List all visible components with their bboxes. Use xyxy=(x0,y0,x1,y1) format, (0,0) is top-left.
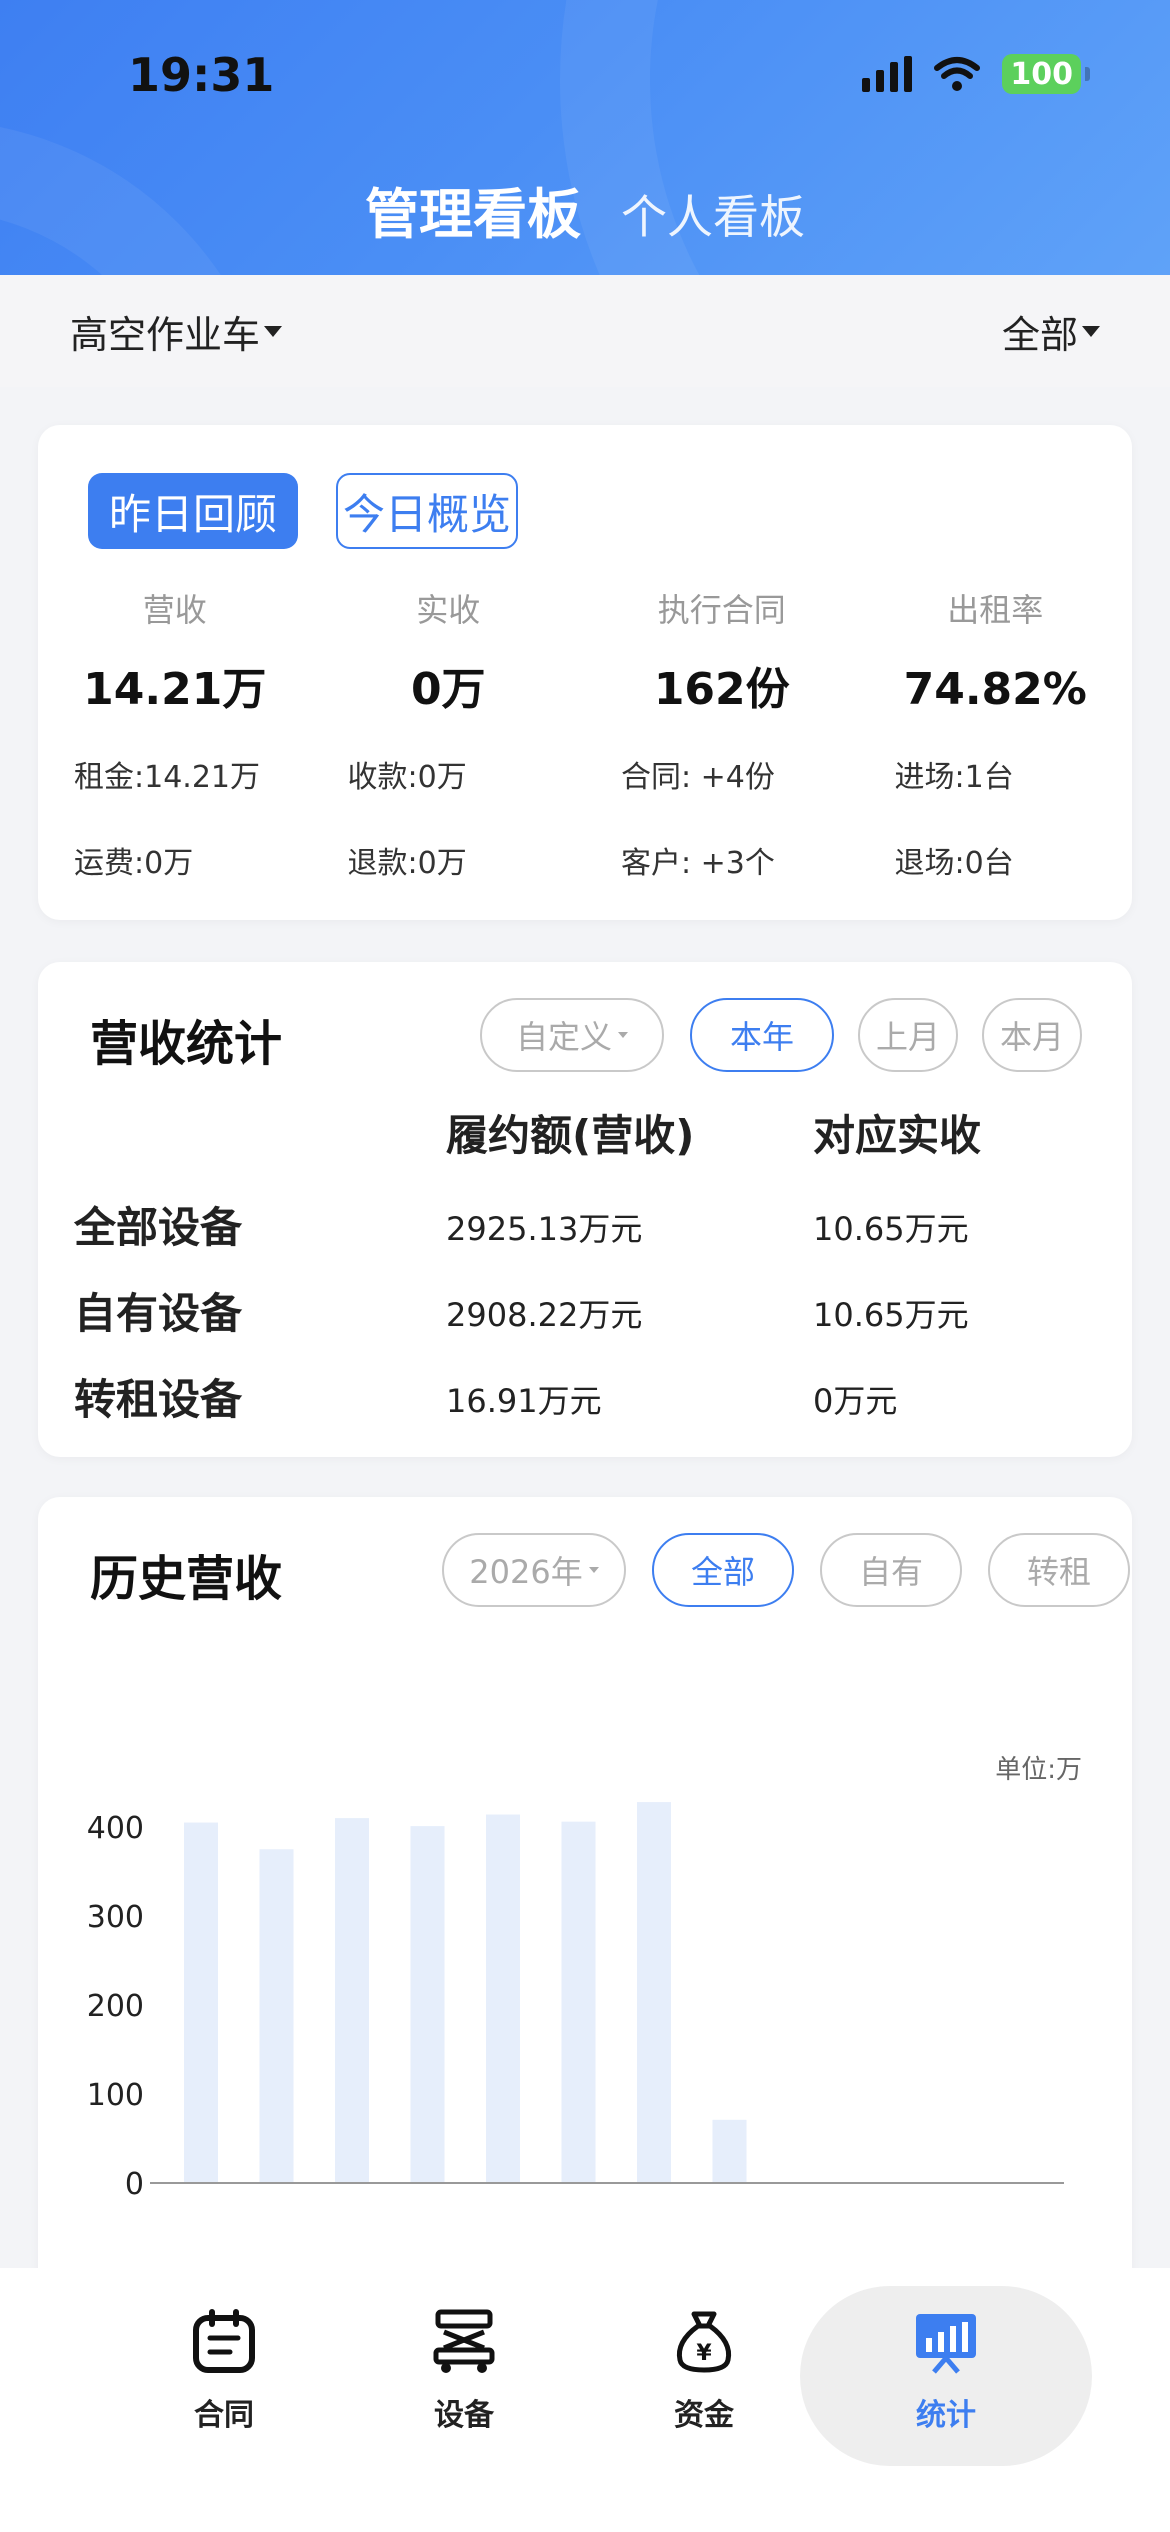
kpi-label: 执行合同 xyxy=(657,591,786,629)
row-name: 转租设备 xyxy=(74,1375,243,1424)
kpi-contracts: 执行合同 162份 合同: +4份 客户: +3个 xyxy=(585,585,859,907)
y-tick-label: 100 xyxy=(87,2078,144,2113)
y-tick-label: 300 xyxy=(87,1900,144,1935)
caret-down-icon xyxy=(1082,325,1100,337)
chart-bar[interactable] xyxy=(259,1849,294,2183)
nav-label: 合同 xyxy=(194,2398,254,2433)
header-tabs: 管理看板 个人看板 xyxy=(0,170,1170,249)
year-dropdown-label: 2026年 xyxy=(469,1553,583,1591)
filter-row: 高空作业车 全部 xyxy=(0,275,1170,387)
row-fulfilled: 16.91万元 xyxy=(446,1382,602,1420)
filter-owned[interactable]: 自有 xyxy=(820,1533,962,1607)
tab-personal-board[interactable]: 个人看板 xyxy=(621,181,805,247)
nav-label: 资金 xyxy=(674,2398,734,2433)
kpi-value: 74.82% xyxy=(903,664,1087,715)
nav-contract[interactable]: 合同 xyxy=(104,2308,344,2434)
chart-bar[interactable] xyxy=(486,1814,520,2183)
kpi-sub: 退款:0万 xyxy=(347,846,467,881)
caret-down-icon xyxy=(588,1567,599,1573)
kpi-value: 0万 xyxy=(410,664,486,715)
table-row: 自有设备 2908.22万元 10.65万元 xyxy=(38,1268,1132,1348)
nav-stats[interactable]: 统计 xyxy=(826,2308,1066,2434)
row-name: 自有设备 xyxy=(74,1289,243,1338)
chart-bar[interactable] xyxy=(335,1818,369,2183)
tab-management-board[interactable]: 管理看板 xyxy=(365,170,581,249)
equipment-icon xyxy=(433,2309,495,2373)
nav-label: 设备 xyxy=(434,2398,494,2433)
y-tick-label: 400 xyxy=(87,1811,144,1846)
stats-icon xyxy=(916,2314,976,2374)
row-received: 10.65万元 xyxy=(813,1210,969,1248)
row-received: 0万元 xyxy=(813,1382,898,1420)
kpi-sub: 租金:14.21万 xyxy=(74,760,260,795)
row-name: 全部设备 xyxy=(74,1203,243,1252)
kpi-sub: 收款:0万 xyxy=(347,760,467,795)
filter-custom-label: 自定义 xyxy=(515,1018,612,1056)
kpi-label: 出租率 xyxy=(947,591,1044,629)
chart-bar[interactable] xyxy=(712,2119,747,2183)
chart-bar[interactable] xyxy=(637,1802,671,2183)
battery-indicator: 100 xyxy=(1002,54,1081,94)
kpi-label: 营收 xyxy=(142,591,207,629)
history-revenue-title: 历史营收 xyxy=(90,1551,283,1607)
filter-this-year[interactable]: 本年 xyxy=(690,998,834,1072)
kpi-grid: 营收 14.21万 租金:14.21万 运费:0万 实收 0万 收款:0万 退款… xyxy=(38,585,1132,907)
row-fulfilled: 2925.13万元 xyxy=(446,1210,643,1248)
year-dropdown[interactable]: 2026年 xyxy=(442,1533,626,1607)
filter-sublease[interactable]: 转租 xyxy=(988,1533,1130,1607)
y-tick-label: 200 xyxy=(87,1989,144,2024)
scope-dropdown-label: 全部 xyxy=(1001,312,1078,357)
bottom-nav: 合同 设备 ¥ 资金 统计 xyxy=(0,2268,1170,2532)
caret-down-icon xyxy=(264,325,283,337)
revenue-stats-card: 营收统计 自定义 本年 上月 本月 履约额(营收) 对应实收 全部设备 2925… xyxy=(38,962,1132,1457)
kpi-sub: 合同: +4份 xyxy=(621,760,775,795)
kpi-sub: 退场:0台 xyxy=(894,846,1014,881)
kpi-received: 实收 0万 收款:0万 退款:0万 xyxy=(312,585,586,907)
contract-icon xyxy=(193,2309,255,2373)
chart-bar[interactable] xyxy=(561,1821,596,2183)
money-bag-icon: ¥ xyxy=(676,2311,732,2373)
wifi-icon xyxy=(934,57,981,91)
tab-yesterday-review[interactable]: 昨日回顾 xyxy=(88,473,298,549)
column-header-fulfilled: 履约额(营收) xyxy=(446,1111,695,1160)
chart-bar[interactable] xyxy=(410,1826,445,2183)
row-received: 10.65万元 xyxy=(813,1296,969,1334)
nav-funds[interactable]: ¥ 资金 xyxy=(584,2308,824,2434)
nav-equipment[interactable]: 设备 xyxy=(344,2308,584,2434)
status-time: 19:31 xyxy=(128,48,275,102)
status-icons: 100 xyxy=(862,54,1090,94)
caret-down-icon xyxy=(618,1032,628,1038)
svg-text:¥: ¥ xyxy=(696,2341,712,2366)
table-row: 全部设备 2925.13万元 10.65万元 xyxy=(38,1182,1132,1262)
nav-label: 统计 xyxy=(916,2398,976,2433)
app-screen: 19:31 100 管理看板 个人看板 高空作业车 全部 昨日回顾 今日概览 营… xyxy=(0,0,1170,2532)
signal-icon xyxy=(862,56,913,92)
filter-custom-dropdown[interactable]: 自定义 xyxy=(480,998,664,1072)
kpi-value: 14.21万 xyxy=(83,664,267,715)
history-revenue-chart: 0 100 200 300 400 xyxy=(87,1802,1064,2202)
kpi-sub: 进场:1台 xyxy=(894,760,1014,795)
table-row: 转租设备 16.91万元 0万元 xyxy=(38,1354,1132,1434)
column-header-received: 对应实收 xyxy=(813,1111,982,1160)
battery-cap xyxy=(1085,67,1090,81)
filter-last-month[interactable]: 上月 xyxy=(858,998,958,1072)
row-fulfilled: 2908.22万元 xyxy=(446,1296,643,1334)
category-dropdown[interactable]: 高空作业车 xyxy=(70,304,283,359)
scope-dropdown[interactable]: 全部 xyxy=(1002,304,1100,359)
kpi-revenue: 营收 14.21万 租金:14.21万 运费:0万 xyxy=(38,585,312,907)
filter-this-month[interactable]: 本月 xyxy=(982,998,1082,1072)
kpi-sub: 运费:0万 xyxy=(74,846,194,881)
tab-today-overview[interactable]: 今日概览 xyxy=(336,473,518,549)
header: 19:31 100 管理看板 个人看板 xyxy=(0,0,1170,275)
category-dropdown-label: 高空作业车 xyxy=(70,312,261,357)
kpi-value: 162份 xyxy=(653,664,790,715)
kpi-rental-rate: 出租率 74.82% 进场:1台 退场:0台 xyxy=(859,585,1133,907)
overview-card: 昨日回顾 今日概览 营收 14.21万 租金:14.21万 运费:0万 实收 0… xyxy=(38,425,1132,920)
revenue-stats-title: 营收统计 xyxy=(90,1016,283,1072)
kpi-label: 实收 xyxy=(416,591,481,629)
filter-all[interactable]: 全部 xyxy=(652,1533,794,1607)
y-tick-label: 0 xyxy=(125,2167,144,2202)
kpi-sub: 客户: +3个 xyxy=(621,846,775,881)
chart-bar[interactable] xyxy=(184,1822,218,2183)
